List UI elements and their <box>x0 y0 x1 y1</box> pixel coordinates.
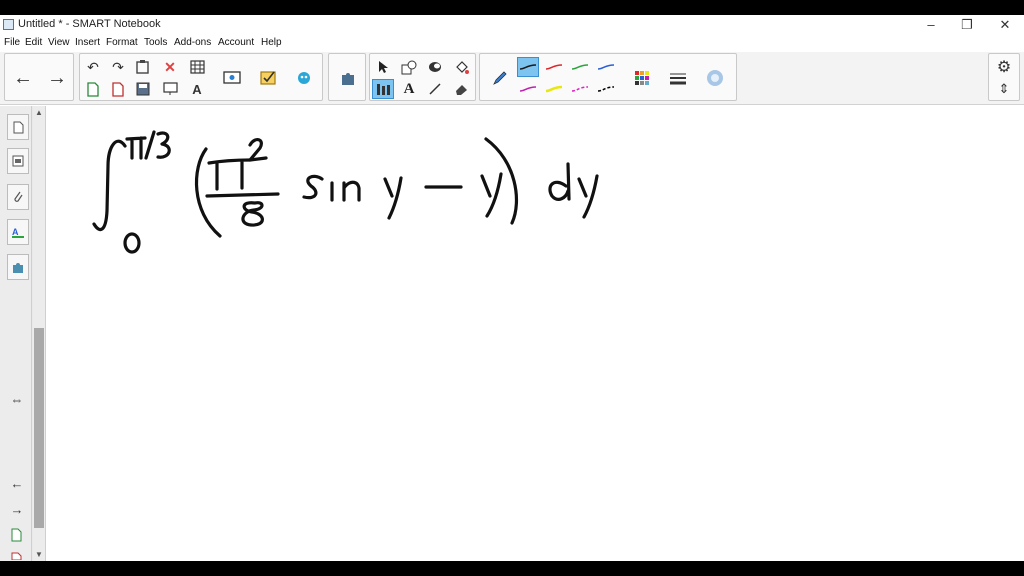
first-y-stroke <box>383 176 403 220</box>
vertical-scrollbar[interactable]: ▲ ▼ <box>33 106 45 561</box>
menu-help[interactable]: Help <box>261 37 282 48</box>
next-page-icon[interactable]: → <box>8 502 26 517</box>
scroll-down-icon[interactable]: ▼ <box>35 550 43 559</box>
side-panel: A ⇔ ← → <box>0 106 32 561</box>
restore-button[interactable]: ❐ <box>952 16 982 34</box>
eraser-shape-icon[interactable] <box>424 57 446 77</box>
integral-sign-stroke <box>92 139 127 232</box>
pen-black-dashed-button[interactable] <box>595 79 617 99</box>
menu-format[interactable]: Format <box>106 37 138 48</box>
select-arrow-icon[interactable] <box>372 57 394 77</box>
notebook-page-canvas[interactable] <box>45 106 1024 561</box>
pen-blue-button[interactable] <box>595 57 617 77</box>
d-stroke <box>548 162 571 201</box>
edit-group: ↶ ↷ ✕ A <box>79 53 323 101</box>
highlighter-yellow-button[interactable] <box>543 79 565 99</box>
pen-black-button[interactable] <box>517 57 539 77</box>
panel-resize-icon[interactable]: ⇔ <box>8 392 26 407</box>
scroll-thumb[interactable] <box>34 328 44 528</box>
page-sorter-icon[interactable] <box>7 114 29 140</box>
redo-icon[interactable]: ↷ <box>107 57 129 77</box>
document-camera-icon[interactable] <box>220 66 244 90</box>
color-palette-icon[interactable] <box>630 66 654 90</box>
addons-tab-icon[interactable] <box>7 254 29 280</box>
menu-account[interactable]: Account <box>218 37 254 48</box>
screen-shade-icon[interactable] <box>159 79 181 99</box>
sin-n-stroke <box>342 180 361 202</box>
denominator-eight-stroke <box>241 201 264 227</box>
pen-icon[interactable] <box>488 66 512 90</box>
back-arrow-icon[interactable]: ← <box>11 66 35 90</box>
sin-s-stroke <box>302 174 324 200</box>
svg-text:A: A <box>12 227 19 237</box>
lab-activity-icon[interactable] <box>292 66 316 90</box>
handwritten-integral <box>92 130 599 254</box>
menu-file[interactable]: File <box>4 37 20 48</box>
pi-numerator-stroke <box>207 158 252 191</box>
exponent-two-stroke <box>248 138 268 162</box>
pen-pink-dashed-button[interactable] <box>569 79 591 99</box>
fill-effects-icon[interactable] <box>703 66 727 90</box>
gallery-icon[interactable] <box>7 148 29 174</box>
table-icon[interactable] <box>186 57 208 77</box>
menu-view[interactable]: View <box>48 37 70 48</box>
scroll-up-icon[interactable]: ▲ <box>35 108 43 117</box>
new-page-icon[interactable] <box>82 79 104 99</box>
eraser-icon[interactable] <box>450 79 472 99</box>
pen-green-button[interactable] <box>569 57 591 77</box>
menu-bar: File Edit View Insert Format Tools Add-o… <box>0 35 1024 51</box>
menu-insert[interactable]: Insert <box>75 37 100 48</box>
pen-magenta-button[interactable] <box>517 79 539 99</box>
multi-touch-icon[interactable] <box>372 79 394 99</box>
forward-arrow-icon[interactable]: → <box>45 66 69 90</box>
text-tools-icon[interactable]: A <box>186 79 208 99</box>
delete-page-icon[interactable] <box>107 79 129 99</box>
navigation-group: ← → <box>4 53 74 101</box>
menu-edit[interactable]: Edit <box>25 37 42 48</box>
title-bar: Untitled * - SMART Notebook – ❐ ✕ <box>0 15 1024 35</box>
text-tool-icon[interactable]: A <box>398 79 420 99</box>
attachments-icon[interactable] <box>7 184 29 210</box>
delete-page-side-icon[interactable] <box>9 552 25 560</box>
addons-group <box>328 53 366 101</box>
delete-icon[interactable]: ✕ <box>159 57 181 77</box>
notebook-app-icon <box>3 19 14 30</box>
second-y-stroke <box>480 172 503 218</box>
minimize-button[interactable]: – <box>916 16 946 34</box>
toolbar: ← → ↶ ↷ ✕ A A ⚙ ⇕ <box>0 52 1024 105</box>
gear-icon[interactable]: ⚙ <box>993 57 1015 77</box>
undo-icon[interactable]: ↶ <box>82 57 104 77</box>
close-button[interactable]: ✕ <box>990 16 1020 34</box>
dy-y-stroke <box>577 174 599 219</box>
properties-icon[interactable]: A <box>7 219 29 245</box>
window-title: Untitled * - SMART Notebook <box>18 18 161 30</box>
line-tool-icon[interactable] <box>424 79 446 99</box>
lower-limit-zero-stroke <box>123 232 141 254</box>
upper-limit-slash-stroke <box>144 130 156 160</box>
upper-limit-stroke <box>125 136 147 160</box>
add-page-icon[interactable] <box>9 527 25 543</box>
menu-addons[interactable]: Add-ons <box>174 37 211 48</box>
fraction-bar-stroke <box>205 192 280 198</box>
response-icon[interactable] <box>257 66 281 90</box>
shapes-icon[interactable] <box>398 57 420 77</box>
settings-group: ⚙ ⇕ <box>988 53 1020 101</box>
upper-limit-three-stroke <box>156 131 171 159</box>
menu-tools[interactable]: Tools <box>144 37 167 48</box>
save-icon[interactable] <box>132 79 154 99</box>
previous-page-icon[interactable]: ← <box>8 476 26 491</box>
work-area: A ⇔ ← → ▲ ▼ <box>0 106 1024 561</box>
tools-group: A <box>369 53 476 101</box>
pen-group <box>479 53 737 101</box>
fill-icon[interactable] <box>450 57 472 77</box>
line-style-icon[interactable] <box>666 66 690 90</box>
toolbar-position-icon[interactable]: ⇕ <box>993 79 1015 99</box>
app-window: Untitled * - SMART Notebook – ❐ ✕ File E… <box>0 15 1024 561</box>
pen-red-button[interactable] <box>543 57 565 77</box>
paste-icon[interactable] <box>132 57 154 77</box>
puzzle-icon[interactable] <box>336 66 360 90</box>
